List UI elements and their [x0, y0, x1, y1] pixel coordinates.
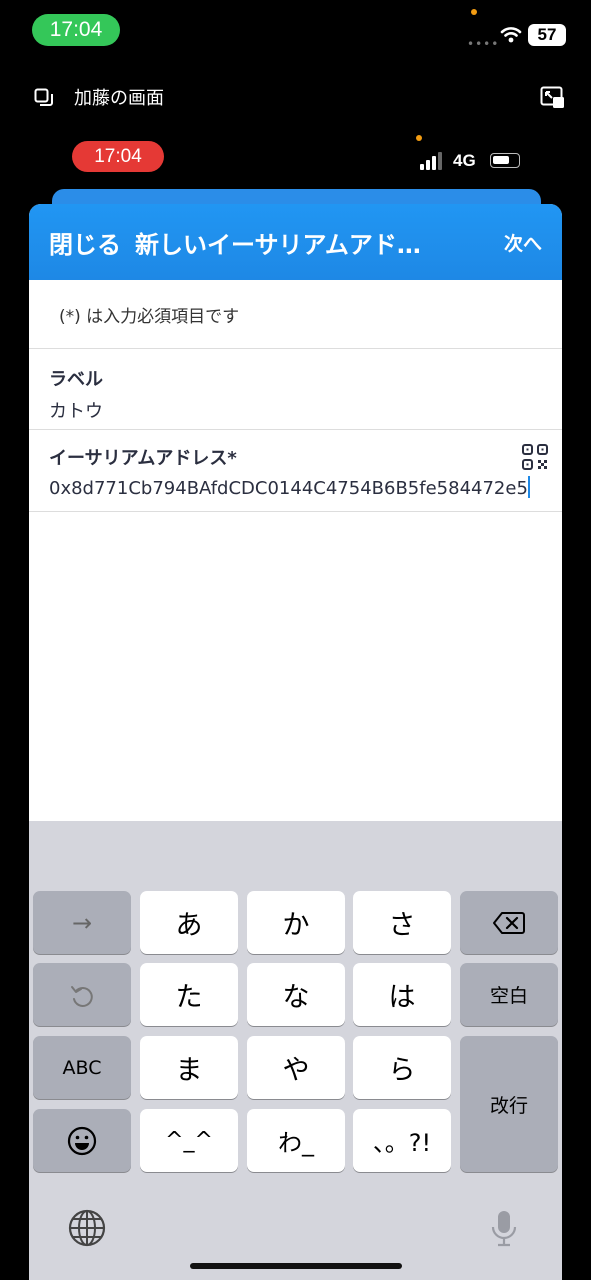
nav-bar: 閉じる 新しいイーサリアムアド… 次へ — [29, 204, 562, 280]
emoji-icon — [67, 1126, 97, 1155]
key-kaomoji-label: ^_^ — [165, 1128, 213, 1153]
signal-icon: •••• — [467, 37, 500, 51]
inner-battery-icon — [490, 153, 520, 168]
qr-code-icon[interactable] — [522, 444, 548, 470]
abc-key[interactable]: ABC — [33, 1036, 131, 1099]
key-ra[interactable]: ら — [353, 1036, 451, 1099]
undo-key[interactable] — [33, 963, 131, 1026]
globe-icon[interactable] — [67, 1208, 107, 1248]
key-sa-label: さ — [388, 910, 416, 941]
key-ka-label: か — [282, 910, 310, 941]
key-wa-label: わ_ — [278, 1129, 314, 1157]
key-punctuation[interactable]: 、。?! — [353, 1109, 451, 1172]
key-ya-label: や — [282, 1055, 310, 1086]
abc-key-label: ABC — [62, 1056, 102, 1079]
key-na-label: な — [282, 982, 310, 1013]
key-ha[interactable]: は — [353, 963, 451, 1026]
required-note: (*) は入力必須項目です — [29, 280, 562, 349]
key-a[interactable]: あ — [140, 891, 238, 954]
page-title: 新しいイーサリアムアド… — [135, 230, 421, 259]
return-key[interactable]: 改行 — [460, 1036, 558, 1172]
key-ta[interactable]: た — [140, 963, 238, 1026]
cellular-signal-icon — [420, 152, 442, 170]
key-kaomoji[interactable]: ^_^ — [140, 1109, 238, 1172]
next-button[interactable]: 次へ — [504, 229, 542, 256]
space-key[interactable]: 空白 — [460, 963, 558, 1026]
delete-icon — [493, 911, 525, 934]
key-ya[interactable]: や — [247, 1036, 345, 1099]
address-input-row[interactable]: 0x8d771Cb794BAfdCDC0144C4754B6B5fe584472… — [49, 476, 562, 499]
key-ma[interactable]: ま — [140, 1036, 238, 1099]
japanese-keyboard: → あ か さ た な は 空白 ABC ま や ら 改行 ^_^ わ_ 、。?… — [29, 821, 562, 1280]
label-input[interactable]: カトウ — [49, 397, 562, 423]
battery-indicator: 57 — [528, 24, 566, 46]
emoji-key[interactable] — [33, 1109, 131, 1172]
space-key-label: 空白 — [489, 985, 528, 1007]
new-address-sheet: 閉じる 新しいイーサリアムアド… 次へ (*) は入力必須項目です ラベル カト… — [29, 204, 562, 1280]
address-field-title: イーサリアムアドレス* — [49, 448, 237, 469]
screen-share-icon — [34, 88, 53, 106]
privacy-indicator-dot — [471, 9, 477, 15]
inner-privacy-dot — [416, 135, 422, 141]
label-field-title: ラベル — [49, 369, 103, 390]
delete-key[interactable] — [460, 891, 558, 954]
key-a-label: あ — [175, 910, 203, 941]
network-type: 4G — [453, 151, 476, 170]
wifi-icon — [500, 27, 522, 43]
address-input[interactable]: 0x8d771Cb794BAfdCDC0144C4754B6B5fe584472… — [49, 478, 528, 499]
address-field[interactable]: イーサリアムアドレス* 0x8d771Cb794BAfdCDC0144C4754… — [29, 430, 562, 512]
microphone-icon[interactable] — [484, 1208, 524, 1248]
next-candidate-key[interactable]: → — [33, 891, 131, 954]
key-wa[interactable]: わ_ — [247, 1109, 345, 1172]
close-button[interactable]: 閉じる — [49, 225, 121, 260]
expand-screen-icon[interactable] — [540, 86, 566, 110]
key-ta-label: た — [175, 982, 203, 1013]
key-ra-label: ら — [388, 1055, 416, 1086]
key-sa[interactable]: さ — [353, 891, 451, 954]
home-indicator[interactable] — [190, 1263, 402, 1269]
key-na[interactable]: な — [247, 963, 345, 1026]
key-ka[interactable]: か — [247, 891, 345, 954]
return-key-label: 改行 — [489, 1094, 528, 1117]
label-field[interactable]: ラベル カトウ — [29, 349, 562, 430]
text-caret — [527, 476, 530, 498]
key-ma-label: ま — [175, 1055, 203, 1086]
inner-status-time: 17:04 — [72, 141, 164, 172]
undo-icon — [71, 985, 93, 1007]
key-punctuation-label: 、。?! — [372, 1129, 432, 1157]
screen-share-label: 加藤の画面 — [74, 88, 164, 109]
key-ha-label: は — [388, 982, 416, 1013]
arrow-right-icon: → — [71, 908, 93, 937]
outer-status-time: 17:04 — [32, 14, 120, 46]
